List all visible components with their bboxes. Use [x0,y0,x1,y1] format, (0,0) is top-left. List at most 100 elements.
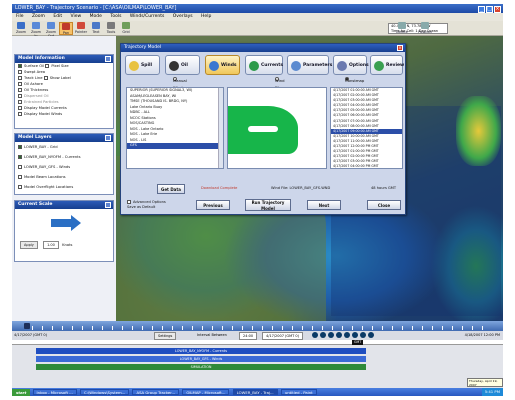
checkbox[interactable] [18,70,22,74]
model-information-panel: Model Information Surface Oil Pixel Size… [14,54,114,129]
zoom-button[interactable]: Zoom [14,22,28,35]
time-slider-thumb[interactable] [24,323,30,329]
layer-beam-locations[interactable]: Model Beam Locations [15,172,113,182]
menu-file[interactable]: File [16,14,24,19]
layer-winds[interactable]: LOWER_BAY_GFS - Winds [15,162,113,172]
checkbox[interactable] [18,94,22,98]
step-back-icon[interactable] [328,332,334,338]
taskbar-item-active[interactable]: LOWER_BAY - Traj... [232,389,278,395]
checkbox[interactable] [18,112,22,116]
track-currents[interactable]: LOWER_BAY_NYOFM - Currents [14,348,503,354]
pointer-button[interactable]: Pointer [74,22,88,35]
tab-options[interactable]: Options [333,55,369,75]
taskbar-item[interactable]: Inbox - Microsoft ... [32,389,77,395]
time-list[interactable]: 4/17/2007 01:00:00 AM GMT 4/17/2007 02:00… [330,87,403,169]
taskbar-item[interactable]: OILMAP - Microsoft... [182,389,230,395]
tab-review[interactable]: Review [370,55,404,75]
maximize-button[interactable]: □ [486,6,493,13]
previous-button[interactable]: Previous [196,200,230,210]
checkbox[interactable] [18,175,22,179]
next-button[interactable]: Next [307,200,341,210]
checkbox[interactable] [18,155,22,159]
grid-icon [122,22,130,29]
tools-button[interactable]: Tools [104,22,118,35]
track-winds[interactable]: LOWER_BAY_GFS - Winds [14,356,503,362]
tab-winds[interactable]: Winds [205,55,240,75]
stop-icon[interactable] [336,332,342,338]
layer-currents[interactable]: LOWER_BAY_NYOFM - Currents [15,152,113,162]
start-button[interactable]: start [12,389,31,396]
current-time-input[interactable]: 4/17/2007 (GMT 0) [262,332,303,340]
first-icon[interactable] [312,332,318,338]
checkbox[interactable] [18,82,22,86]
interval-input[interactable]: 24:00 [239,332,258,340]
last-icon[interactable] [368,332,374,338]
checkbox[interactable] [18,64,22,68]
zoom-in-button[interactable]: Zoom In [29,22,43,38]
position-icon [421,22,429,29]
scrollbar[interactable] [218,88,223,168]
get-data-button[interactable]: Get Data [157,184,185,194]
tab-currents[interactable]: Currents [245,55,283,75]
position-button[interactable]: Position [414,22,436,35]
close-icon[interactable]: × [397,45,403,51]
pan-button[interactable]: Pan [59,22,73,35]
now-marker: GMT [352,340,364,345]
checkbox[interactable] [43,76,48,80]
delete-button[interactable]: Delete [392,22,412,35]
pin-icon[interactable] [105,56,111,62]
apply-scale-button[interactable]: Apply [20,241,38,249]
trajectory-model-dialog: Trajectory Model × Spill Oil Winds Curren… [120,43,406,215]
step-forward-icon[interactable] [352,332,358,338]
menu-view[interactable]: View [71,14,82,19]
checkbox[interactable] [18,88,22,92]
zoom-out-button[interactable]: Zoom Out [44,22,58,38]
layer-grid[interactable]: LOWER_BAY - Grid [15,142,113,152]
menu-tools[interactable]: Tools [110,14,121,19]
taskbar-item[interactable]: ASA Group Tracker... [132,389,180,395]
menu-mode[interactable]: Mode [90,14,102,19]
save-default-button[interactable]: Save as Default [127,205,166,210]
checkbox[interactable] [18,165,22,169]
grid-button[interactable]: Grid [119,22,133,35]
menu-winds-currents[interactable]: Winds/Currents [130,14,164,19]
time-slider[interactable] [12,321,503,331]
checkbox[interactable] [45,64,50,68]
fast-forward-icon[interactable] [360,332,366,338]
time-item[interactable]: 4/17/2007 04:00:00 PM GMT [331,164,402,168]
close-window-button[interactable]: × [494,6,501,13]
checkbox[interactable] [18,185,22,189]
station-list[interactable]: SUPERIOR (SUPERIOR SIGNAL3, WI) ASAM/LEGL… [126,87,224,169]
taskbar-item[interactable]: untitled - Paint [280,389,317,395]
display-winds-option[interactable]: Display Model Winds [15,111,113,117]
station-item[interactable]: GFS [127,143,223,149]
rewind-icon[interactable] [320,332,326,338]
tab-oil[interactable]: Oil [165,55,200,75]
track-simulation-bar[interactable]: SIMULATION [36,364,366,370]
menu-zoom[interactable]: Zoom [32,14,45,19]
taskbar-item[interactable]: C:\Windows\System... [80,389,130,395]
track-currents-bar[interactable]: LOWER_BAY_NYOFM - Currents [36,348,366,354]
checkbox[interactable] [18,145,22,149]
scale-value-input[interactable]: 1.00 [43,241,59,249]
pin-icon[interactable] [105,135,111,141]
windows-taskbar: start Inbox - Microsoft ... C:\Windows\S… [12,388,503,396]
close-button[interactable]: Close [367,200,401,210]
track-winds-bar[interactable]: LOWER_BAY_GFS - Winds [36,356,366,362]
track-simulation[interactable]: SIMULATION [14,364,503,370]
pin-icon[interactable] [105,202,111,208]
tab-parameters[interactable]: Parameters [287,55,332,75]
menu-edit[interactable]: Edit [53,14,62,19]
layer-overflight-locations[interactable]: Model Overflight Locations [15,182,113,192]
text-button[interactable]: Text [89,22,103,35]
run-trajectory-button[interactable]: Run Trajectory Model [245,199,291,211]
play-icon[interactable] [344,332,350,338]
tab-spill[interactable]: Spill [125,55,160,75]
checkbox[interactable] [18,76,22,80]
checkbox[interactable] [18,106,22,110]
menu-overlays[interactable]: Overlays [173,14,193,19]
menu-help[interactable]: Help [201,14,211,19]
minimize-button[interactable]: _ [478,6,485,13]
settings-button[interactable]: Settings [154,332,177,340]
checkbox[interactable] [18,100,22,104]
